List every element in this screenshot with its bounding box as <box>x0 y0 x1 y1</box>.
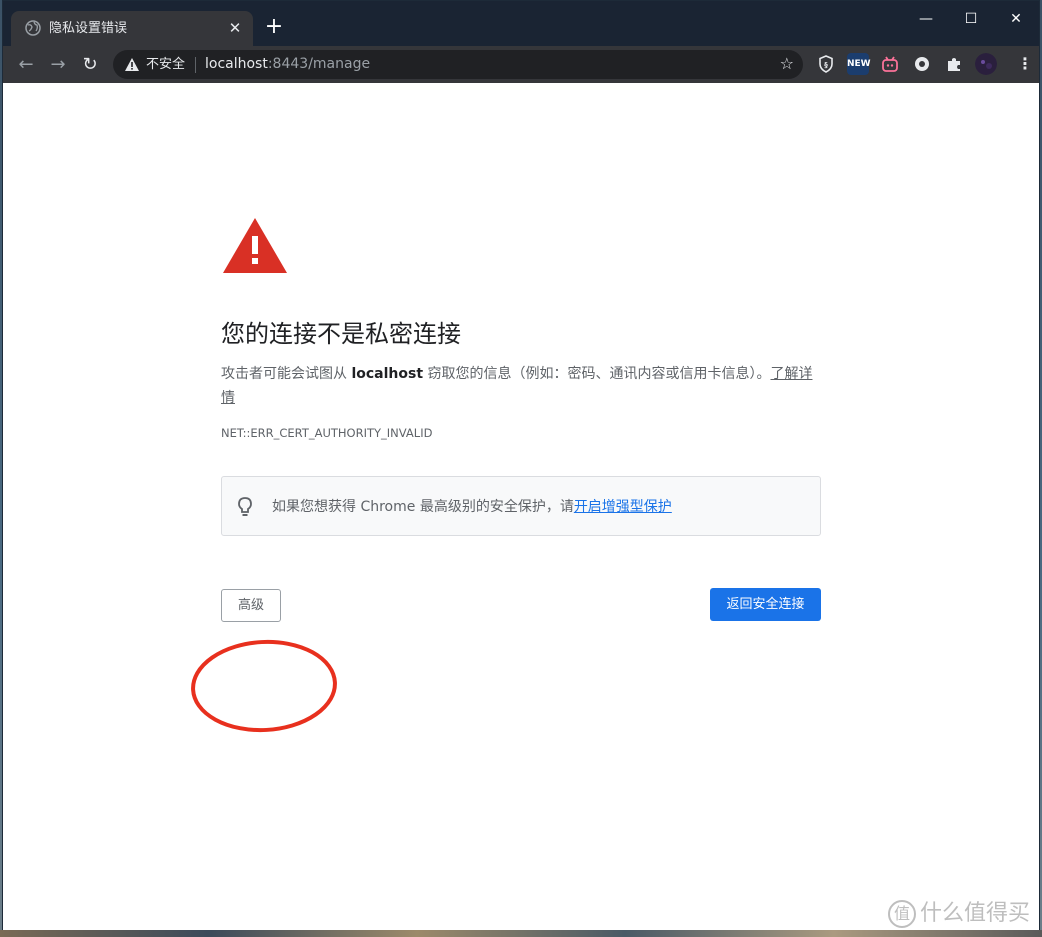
shield-extension-icon[interactable]: § <box>815 53 837 75</box>
error-code: NET::ERR_CERT_AUTHORITY_INVALID <box>221 426 433 440</box>
tab-bar: 隐私设置错误 ✕ + — ☐ ✕ <box>3 1 1039 46</box>
advanced-button[interactable]: 高级 <box>221 589 281 622</box>
tab-title: 隐私设置错误 <box>49 21 128 36</box>
reload-icon[interactable]: ↻ <box>77 52 103 78</box>
tip-text: 如果您想获得 Chrome 最高级别的安全保护，请开启增强型保护 <box>272 497 672 517</box>
toolbar: ← → ↻ 不安全 localhost:8443/manage ☆ § NEW <box>3 46 1039 83</box>
desc-prefix: 攻击者可能会试图从 <box>221 366 352 382</box>
enhanced-protection-link[interactable]: 开启增强型保护 <box>574 499 672 515</box>
svg-text:§: § <box>824 61 828 69</box>
minimize-button[interactable]: — <box>903 5 949 33</box>
close-window-button[interactable]: ✕ <box>993 5 1039 33</box>
interstitial-page: 您的连接不是私密连接 攻击者可能会试图从 localhost 窃取您的信息（例如… <box>3 83 1039 931</box>
more-menu-icon[interactable]: ⋮ <box>1017 53 1033 75</box>
not-secure-label[interactable]: 不安全 <box>146 56 185 73</box>
puzzle-extensions-icon[interactable] <box>943 53 965 75</box>
back-to-safety-button[interactable]: 返回安全连接 <box>710 588 821 621</box>
page-title: 您的连接不是私密连接 <box>221 320 461 348</box>
url-rest: :8443/manage <box>267 56 371 72</box>
globe-icon <box>25 20 41 36</box>
desc-suffix: 窃取您的信息（例如：密码、通讯内容或信用卡信息）。 <box>423 366 771 382</box>
back-arrow-icon[interactable]: ← <box>13 52 39 78</box>
error-description: 攻击者可能会试图从 localhost 窃取您的信息（例如：密码、通讯内容或信用… <box>221 362 821 410</box>
circle-extension-icon[interactable] <box>911 53 933 75</box>
tab-privacy-error[interactable]: 隐私设置错误 ✕ <box>11 11 253 46</box>
desktop-bottom-strip <box>0 930 1042 937</box>
browser-window: 隐私设置错误 ✕ + — ☐ ✕ ← → ↻ 不安全 localhost:844… <box>2 0 1040 931</box>
red-circle-annotation <box>191 639 337 733</box>
desc-host: localhost <box>351 366 424 382</box>
red-warning-icon <box>223 218 287 273</box>
watermark-logo: 值 <box>887 900 916 928</box>
maximize-button[interactable]: ☐ <box>948 5 994 33</box>
forward-arrow-icon[interactable]: → <box>45 52 71 78</box>
url-host: localhost <box>205 56 268 72</box>
warning-triangle-icon[interactable] <box>124 57 140 72</box>
tip-message: 如果您想获得 Chrome 最高级别的安全保护，请 <box>272 499 574 515</box>
bilibili-extension-icon[interactable] <box>879 53 901 75</box>
new-tab-button[interactable]: + <box>263 16 285 38</box>
watermark-text: 什么值得买 <box>919 901 1030 926</box>
enhanced-protection-tip: 如果您想获得 Chrome 最高级别的安全保护，请开启增强型保护 <box>221 476 821 536</box>
address-bar[interactable]: 不安全 localhost:8443/manage ☆ <box>113 50 803 79</box>
tab-close-icon[interactable]: ✕ <box>225 18 245 38</box>
watermark: 值什么值得买 <box>887 895 1030 928</box>
bookmark-star-icon[interactable]: ☆ <box>780 55 794 73</box>
new-extension-icon[interactable]: NEW <box>847 53 871 75</box>
address-separator <box>195 57 196 73</box>
lightbulb-icon <box>238 497 252 516</box>
profile-avatar[interactable] <box>975 53 997 75</box>
url-text[interactable]: localhost:8443/manage <box>205 56 370 73</box>
